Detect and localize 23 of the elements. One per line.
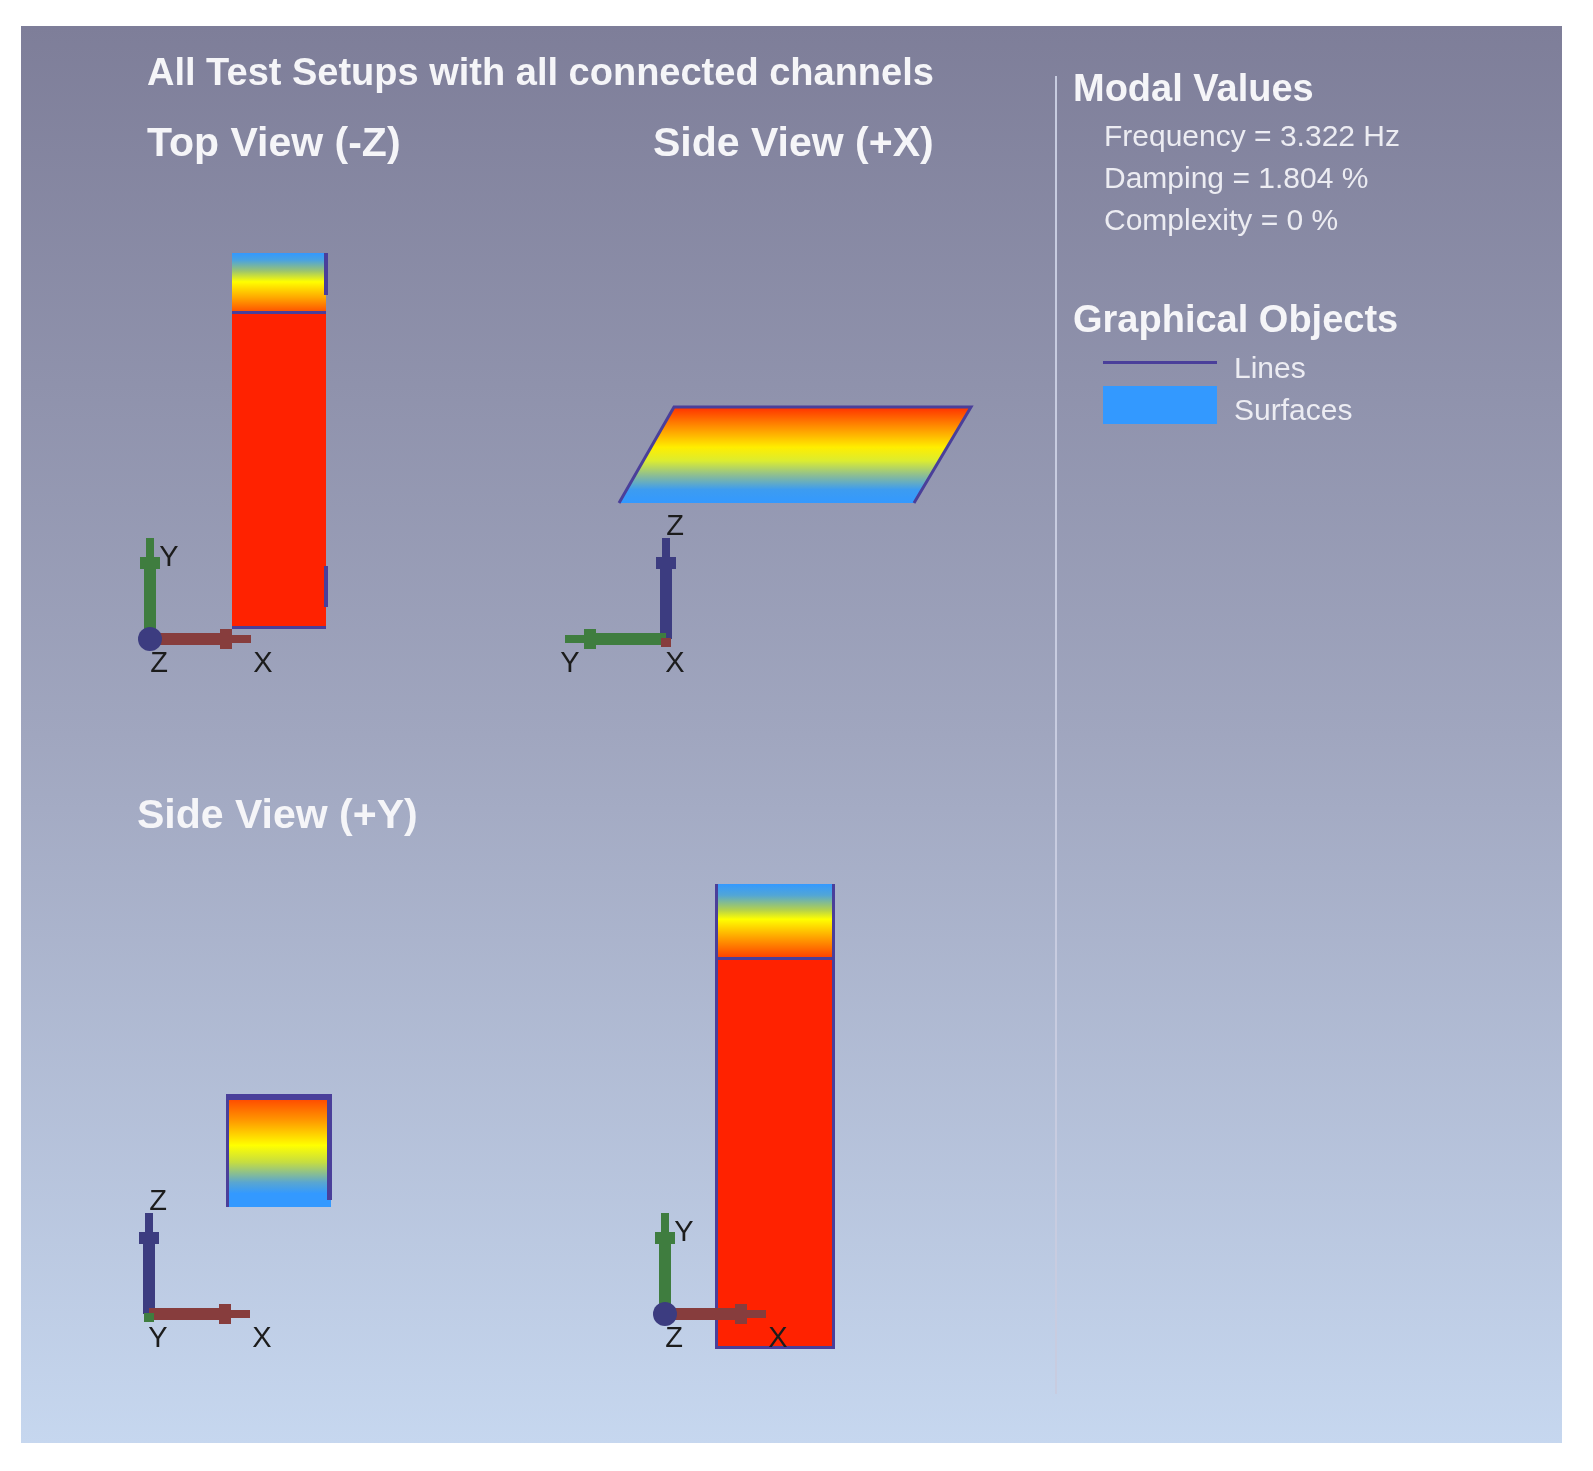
- axis-label: Y: [674, 1215, 694, 1247]
- axis-label: Z: [666, 509, 684, 541]
- modal-value-text: Damping = 1.804 %: [1104, 160, 1369, 196]
- section-heading: Modal Values: [1073, 66, 1314, 110]
- view-title: Side View (+X): [653, 118, 934, 166]
- axis-label: X: [252, 1321, 272, 1353]
- axis-label: Y: [560, 646, 580, 678]
- page-title: All Test Setups with all connected channels: [147, 50, 934, 94]
- legend-label: Surfaces: [1234, 392, 1353, 428]
- axis-label: Y: [148, 1321, 168, 1353]
- axis-label: Z: [665, 1321, 683, 1353]
- axis-label: X: [665, 646, 685, 678]
- modal-value-text: Complexity = 0 %: [1104, 202, 1339, 238]
- axis-label: Y: [159, 540, 179, 572]
- axis-label: Z: [149, 1184, 167, 1216]
- legend-label: Lines: [1234, 350, 1306, 386]
- axis-label: X: [253, 646, 273, 678]
- axis-label: Z: [150, 646, 168, 678]
- modal-value-text: Frequency = 3.322 Hz: [1104, 118, 1400, 154]
- view-title: Side View (+Y): [137, 790, 418, 838]
- view-title: Top View (-Z): [147, 118, 401, 166]
- section-heading: Graphical Objects: [1073, 297, 1399, 341]
- axis-label: X: [768, 1321, 788, 1353]
